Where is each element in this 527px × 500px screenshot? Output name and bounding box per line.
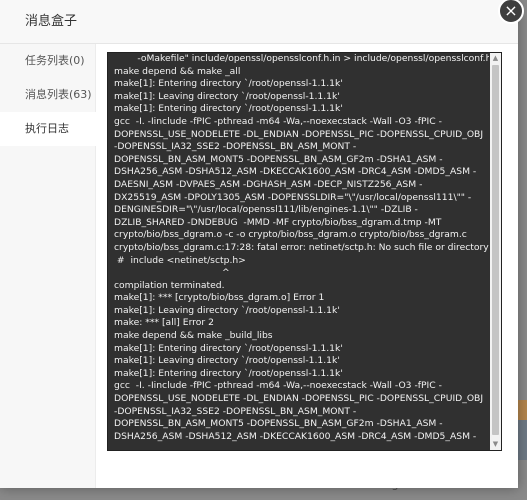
log-line: crypto/bio/bss_dgram.c:17:28: fatal erro… [114, 241, 489, 253]
log-line: DOPENSSL_USE_NODELETE -DL_ENDIAN -DOPENS… [114, 128, 484, 140]
sidebar: 任务列表(0) 消息列表(63) 执行日志 [0, 44, 96, 488]
scroll-up-arrow-icon[interactable]: ▲ [491, 54, 500, 63]
log-line: make[1]: Entering directory `/root/opens… [114, 367, 343, 379]
log-line: make[1]: *** [crypto/bio/bss_dgram.o] Er… [114, 292, 325, 304]
log-line: gcc -I. -Iinclude -fPIC -pthread -m64 -W… [114, 115, 442, 127]
log-output[interactable]: -oMakefile" include/openssl/opensslconf.… [108, 53, 489, 450]
log-scrollbar[interactable]: ▲ ▼ [490, 53, 501, 450]
log-line: DZLIB_SHARED -DNDEBUG -MMD -MF crypto/bi… [114, 216, 442, 228]
log-line: compilation terminated. [114, 279, 225, 291]
tab-execution-log[interactable]: 执行日志 [0, 112, 96, 146]
log-line: DSHA256_ASM -DSHA512_ASM -DKECCAK1600_AS… [114, 430, 477, 442]
log-line: # include <netinet/sctp.h> [114, 254, 246, 266]
log-line: DOPENSSL_BN_ASM_MONT5 -DOPENSSL_BN_ASM_G… [114, 153, 443, 165]
log-line: make[1]: Entering directory `/root/opens… [114, 78, 343, 90]
log-line: -DOPENSSL_IA32_SSE2 -DOPENSSL_BN_ASM_MON… [114, 405, 357, 417]
log-line: DAESNI_ASM -DVPAES_ASM -DGHASH_ASM -DECP… [114, 178, 423, 190]
tab-task-list[interactable]: 任务列表(0) [0, 44, 95, 78]
log-line: DENGINESDIR="\"/usr/local/openssl111/lib… [114, 204, 418, 216]
modal-header: 消息盒子 [0, 0, 518, 44]
log-line: make depend && make _build_libs [114, 330, 273, 342]
tab-message-list-label: 消息列表(63) [25, 88, 92, 101]
log-line: make[1]: Entering directory `/root/opens… [114, 103, 343, 115]
message-box-modal: 消息盒子 任务列表(0) 消息列表(63) 执行日志 -oMakefile" i… [0, 0, 518, 488]
tab-task-list-label: 任务列表(0) [25, 54, 85, 67]
scroll-thumb[interactable] [492, 65, 499, 435]
log-line: make depend && make _all [114, 65, 241, 77]
log-line: DSHA256_ASM -DSHA512_ASM -DKECCAK1600_AS… [114, 166, 477, 178]
modal-title: 消息盒子 [25, 14, 78, 29]
log-line: -DOPENSSL_IA32_SSE2 -DOPENSSL_BN_ASM_MON… [114, 141, 357, 153]
log-line: crypto/bio/bss_dgram.o -c -o crypto/bio/… [114, 229, 467, 241]
close-icon: × [504, 1, 518, 20]
execution-log-panel[interactable]: -oMakefile" include/openssl/opensslconf.… [107, 52, 502, 451]
log-line: ^ [114, 267, 230, 279]
log-line: make: *** [all] Error 2 [114, 317, 214, 329]
log-line: DOPENSSL_USE_NODELETE -DL_ENDIAN -DOPENS… [114, 393, 484, 405]
log-line: make[1]: Entering directory `/root/opens… [114, 342, 343, 354]
tab-message-list[interactable]: 消息列表(63) [0, 78, 95, 112]
log-line: make[1]: Leaving directory `/root/openss… [114, 304, 340, 316]
log-line: DOPENSSL_BN_ASM_MONT5 -DOPENSSL_BN_ASM_G… [114, 418, 443, 430]
log-line: gcc -I. -Iinclude -fPIC -pthread -m64 -W… [114, 380, 442, 392]
log-line: -oMakefile" include/openssl/opensslconf.… [114, 53, 489, 64]
scroll-down-arrow-icon[interactable]: ▼ [491, 440, 500, 449]
log-line: DX25519_ASM -DPOLY1305_ASM -DOPENSSLDIR=… [114, 191, 472, 203]
log-line: make[1]: Leaving directory `/root/openss… [114, 90, 340, 102]
log-line: make[1]: Leaving directory `/root/openss… [114, 355, 340, 367]
tab-execution-log-label: 执行日志 [25, 122, 69, 135]
